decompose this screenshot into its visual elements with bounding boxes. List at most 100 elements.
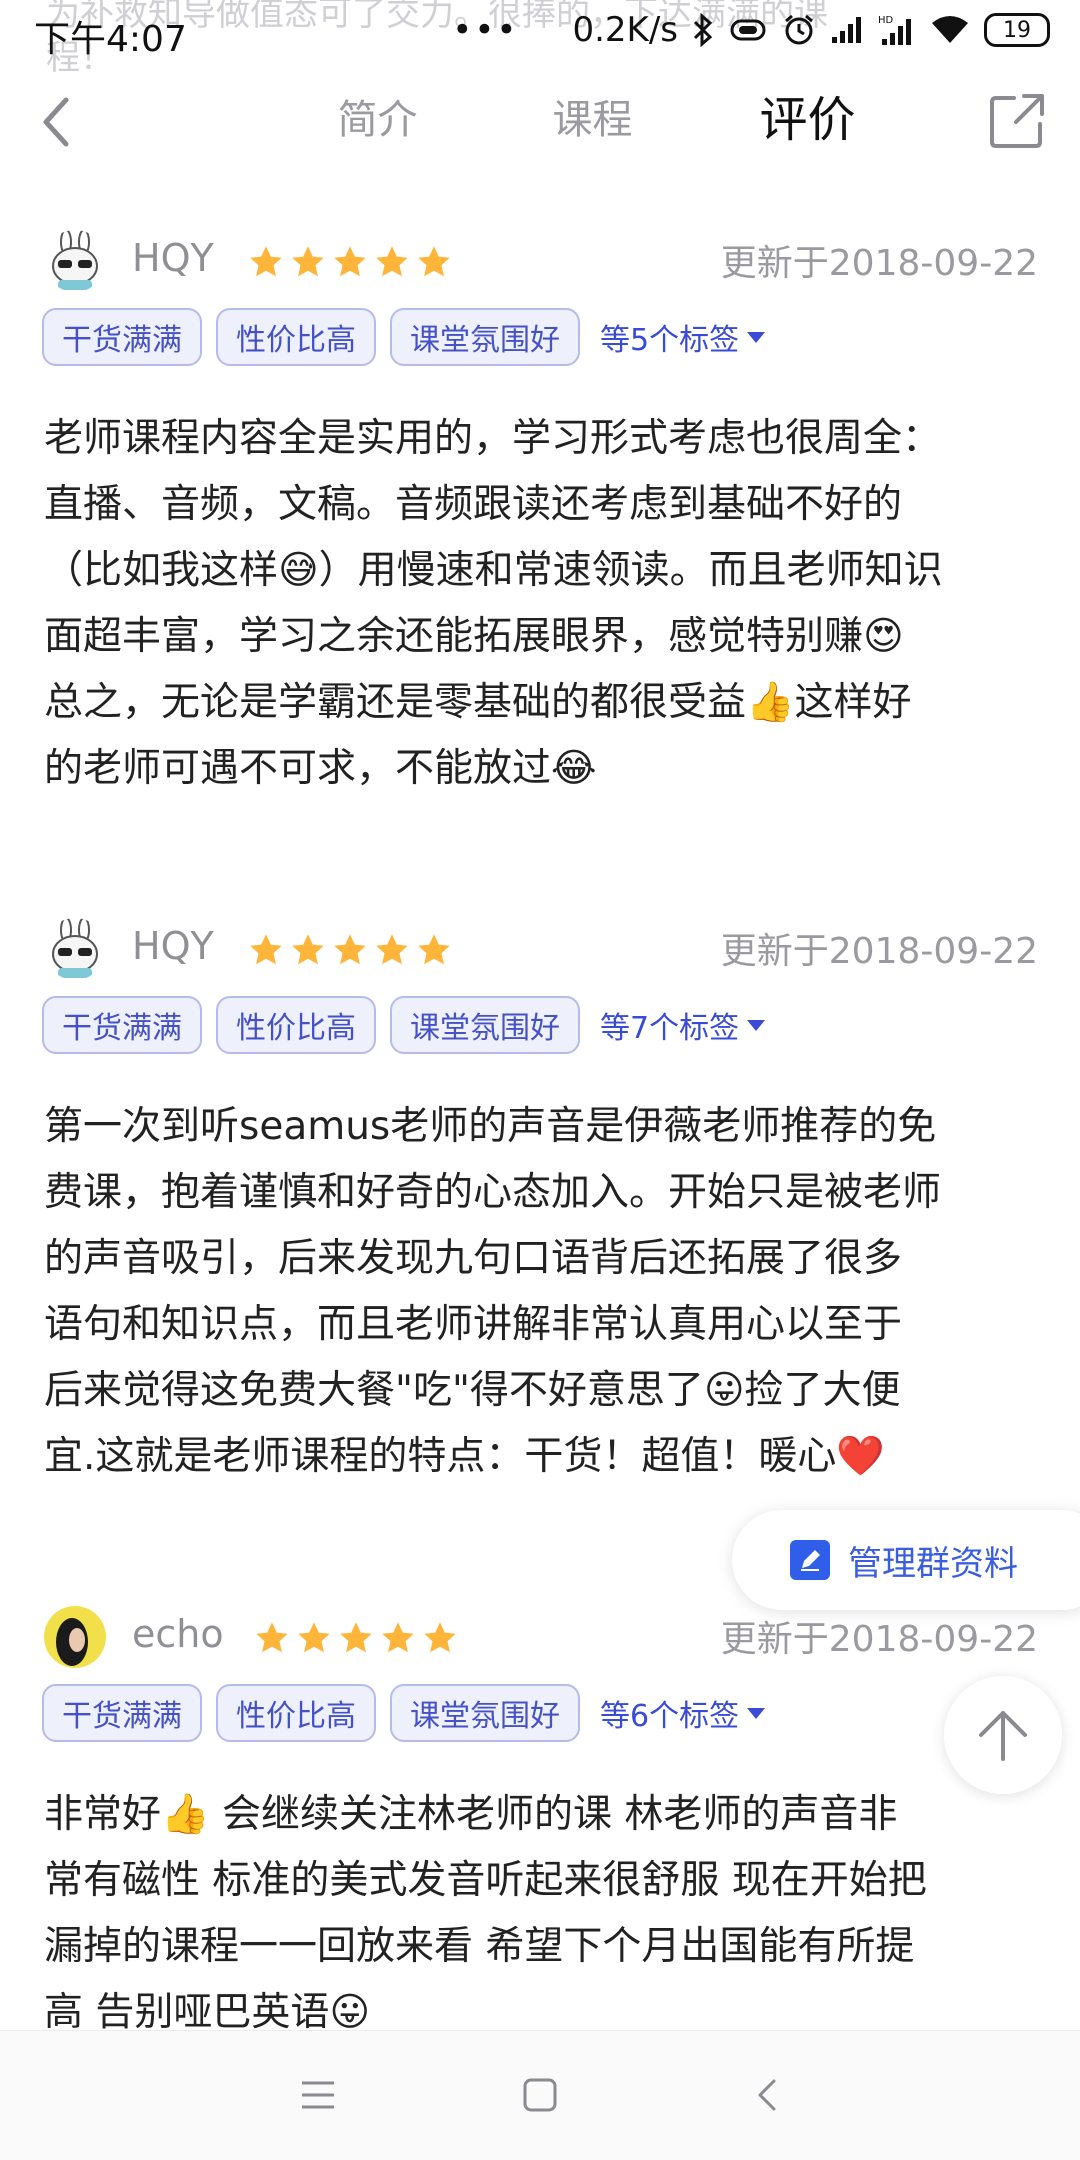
system-navigation-bar xyxy=(0,2030,1080,2160)
tab-intro[interactable]: 简介 xyxy=(270,90,485,150)
star-icon xyxy=(334,246,366,277)
star-icon xyxy=(292,934,324,965)
network-speed: 0.2K/s xyxy=(572,10,678,50)
review-header: HQY 更新于2018-09-22 xyxy=(0,222,1080,302)
tab-reviews[interactable]: 评价 xyxy=(700,90,915,160)
review-header: echo 更新于2018-09-22 xyxy=(0,1598,1080,1678)
more-tags-toggle[interactable]: 等6个标签 xyxy=(600,1691,766,1735)
rating-stars xyxy=(254,1620,458,1656)
alarm-icon xyxy=(782,13,816,47)
avatar[interactable] xyxy=(44,1606,106,1668)
back-button[interactable] xyxy=(34,92,84,152)
signal-hd-icon: HD xyxy=(878,13,916,47)
tag[interactable]: 课堂氛围好 xyxy=(390,996,580,1054)
more-tags-label: 等5个标签 xyxy=(600,323,740,358)
review-header: HQY 更新于2018-09-22 xyxy=(0,910,1080,990)
review-line: 漏掉的课程一一回放来看 希望下个月出国能有所提 xyxy=(44,1924,915,1969)
tag[interactable]: 性价比高 xyxy=(216,308,376,366)
review-line: 老师课程内容全是实用的，学习形式考虑也很周全： xyxy=(44,416,942,461)
menu-icon xyxy=(302,2081,334,2109)
star-icon xyxy=(418,246,450,277)
rating-stars xyxy=(248,244,452,280)
top-navigation: 简介 课程 评价 xyxy=(0,80,1080,170)
star-icon xyxy=(376,246,408,277)
star-icon xyxy=(340,1622,372,1653)
review-line: 语句和知识点，而且老师讲解非常认真用心以至于 xyxy=(44,1302,903,1347)
share-icon xyxy=(990,94,1044,148)
tag[interactable]: 干货满满 xyxy=(42,308,202,366)
tab-reviews-label: 评价 xyxy=(759,92,856,148)
tag[interactable]: 干货满满 xyxy=(42,996,202,1054)
star-icon xyxy=(424,1622,456,1653)
avatar[interactable] xyxy=(44,918,106,980)
more-tags-toggle[interactable]: 等5个标签 xyxy=(600,315,766,359)
username[interactable]: HQY xyxy=(132,924,214,968)
menu-button[interactable] xyxy=(300,2077,336,2117)
signal-icon xyxy=(830,15,864,45)
bluetooth-icon xyxy=(692,13,714,47)
scroll-to-top-button[interactable] xyxy=(944,1676,1062,1794)
review-date: 更新于2018-09-22 xyxy=(720,1619,1038,1660)
review-line: 宜.这就是老师课程的特点：干货！超值！暖心❤️ xyxy=(44,1434,885,1479)
review-date: 更新于2018-09-22 xyxy=(720,243,1038,284)
caret-down-icon xyxy=(747,331,766,343)
battery-icon: 19 xyxy=(984,13,1050,47)
star-icon xyxy=(418,934,450,965)
star-icon xyxy=(292,246,324,277)
tag[interactable]: 性价比高 xyxy=(216,996,376,1054)
review-text: 老师课程内容全是实用的，学习形式考虑也很周全： 直播、音频，文稿。音频跟读还考虑… xyxy=(44,406,1044,802)
back-arrow-icon xyxy=(43,97,69,147)
tag[interactable]: 课堂氛围好 xyxy=(390,1684,580,1742)
star-icon xyxy=(376,934,408,965)
active-tab-indicator xyxy=(758,148,858,160)
more-tags-toggle[interactable]: 等7个标签 xyxy=(600,1003,766,1047)
star-icon xyxy=(298,1622,330,1653)
tab-bar: 简介 课程 评价 xyxy=(270,90,915,160)
review-text: 非常好👍 会继续关注林老师的课 林老师的声音非 常有磁性 标准的美式发音听起来很… xyxy=(44,1782,1044,2046)
review-line: 后来觉得这免费大餐"吃"得不好意思了😛捡了大便 xyxy=(44,1368,901,1413)
rating-stars xyxy=(248,932,452,968)
more-tags-label: 等7个标签 xyxy=(600,1011,740,1046)
review-text: 第一次到听seamus老师的声音是伊薇老师推荐的免 费课，抱着谨慎和好奇的心态加… xyxy=(44,1094,1044,1490)
review-line: 非常好👍 会继续关注林老师的课 林老师的声音非 xyxy=(44,1792,898,1837)
review-date: 更新于2018-09-22 xyxy=(720,931,1038,972)
username[interactable]: HQY xyxy=(132,236,214,280)
status-bar: 为补救知导做值态可了交力。很捧的，下达满满的课 程！ 下午4:07 ••• 0.… xyxy=(0,0,1080,78)
system-back-button[interactable] xyxy=(752,2077,782,2117)
arrow-up-icon xyxy=(979,1711,1027,1761)
tag[interactable]: 干货满满 xyxy=(42,1684,202,1742)
review-line: （比如我这样😅）用慢速和常速领读。而且老师知识 xyxy=(44,548,943,593)
share-button[interactable] xyxy=(988,90,1048,150)
status-icons: ••• 0.2K/s HD 19 xyxy=(452,10,1050,50)
review-line: 常有磁性 标准的美式发音听起来很舒服 现在开始把 xyxy=(44,1858,927,1903)
tag-list: 干货满满 性价比高 课堂氛围好 等7个标签 xyxy=(42,996,766,1054)
edit-icon xyxy=(790,1540,830,1580)
star-icon xyxy=(382,1622,414,1653)
star-icon xyxy=(256,1622,288,1653)
more-tags-label: 等6个标签 xyxy=(600,1699,740,1734)
tag[interactable]: 课堂氛围好 xyxy=(390,308,580,366)
manage-group-info-button[interactable]: 管理群资料 xyxy=(732,1510,1080,1610)
back-icon xyxy=(758,2079,776,2111)
review-line: 费课，抱着谨慎和好奇的心态加入。开始只是被老师 xyxy=(44,1170,942,1215)
review-line: 第一次到听seamus老师的声音是伊薇老师推荐的免 xyxy=(44,1104,937,1149)
review-line: 直播、音频，文稿。音频跟读还考虑到基础不好的 xyxy=(44,482,903,527)
review-line: 的老师可遇不可求，不能放过😂 xyxy=(44,746,597,791)
home-button[interactable] xyxy=(522,2077,558,2117)
star-icon xyxy=(250,934,282,965)
avatar[interactable] xyxy=(44,230,106,292)
tab-course[interactable]: 课程 xyxy=(485,90,700,150)
svg-text:HD: HD xyxy=(878,15,894,26)
star-icon xyxy=(334,934,366,965)
manage-group-info-label: 管理群资料 xyxy=(848,1543,1018,1584)
tag[interactable]: 性价比高 xyxy=(216,1684,376,1742)
caret-down-icon xyxy=(747,1707,766,1719)
caret-down-icon xyxy=(747,1019,766,1031)
tag-list: 干货满满 性价比高 课堂氛围好 等6个标签 xyxy=(42,1684,766,1742)
username[interactable]: echo xyxy=(132,1612,224,1656)
home-icon xyxy=(523,2078,557,2112)
vibrate-icon xyxy=(728,15,768,45)
tag-list: 干货满满 性价比高 课堂氛围好 等5个标签 xyxy=(42,308,766,366)
review-line: 总之，无论是学霸还是零基础的都很受益👍这样好 xyxy=(44,680,912,725)
star-icon xyxy=(250,246,282,277)
